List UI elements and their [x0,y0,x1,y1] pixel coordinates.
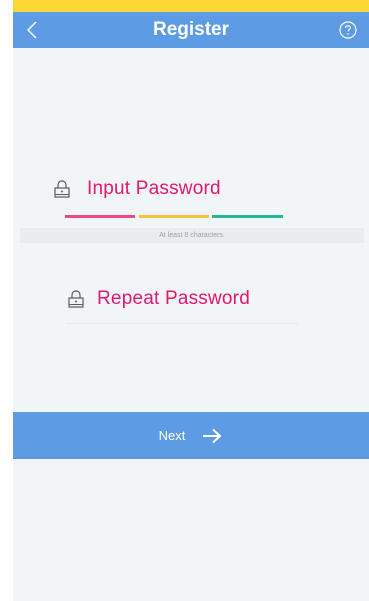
arrow-right-icon [203,428,222,443]
strength-bar-medium [139,215,209,218]
strength-bar-strong [212,215,283,218]
repeat-password-underline [66,323,298,324]
register-screen [13,48,369,601]
help-button[interactable] [339,21,357,39]
password-placeholder: Input Password [87,178,221,199]
page-title: Register [152,19,230,40]
lock-icon [54,180,70,198]
strength-bar-weak [65,215,135,218]
status-strip [13,0,369,12]
repeat-password-field[interactable]: Repeat Password [67,288,250,310]
repeat-password-placeholder: Repeat Password [97,288,250,309]
password-field[interactable]: Input Password [53,178,221,200]
password-hint: At least 8 characters. [20,228,364,243]
nav-bar: Register [13,12,369,48]
next-button[interactable]: Next [13,412,369,459]
lock-icon [68,290,84,308]
next-button-label: Next [158,428,186,443]
question-circle-icon [339,21,357,39]
